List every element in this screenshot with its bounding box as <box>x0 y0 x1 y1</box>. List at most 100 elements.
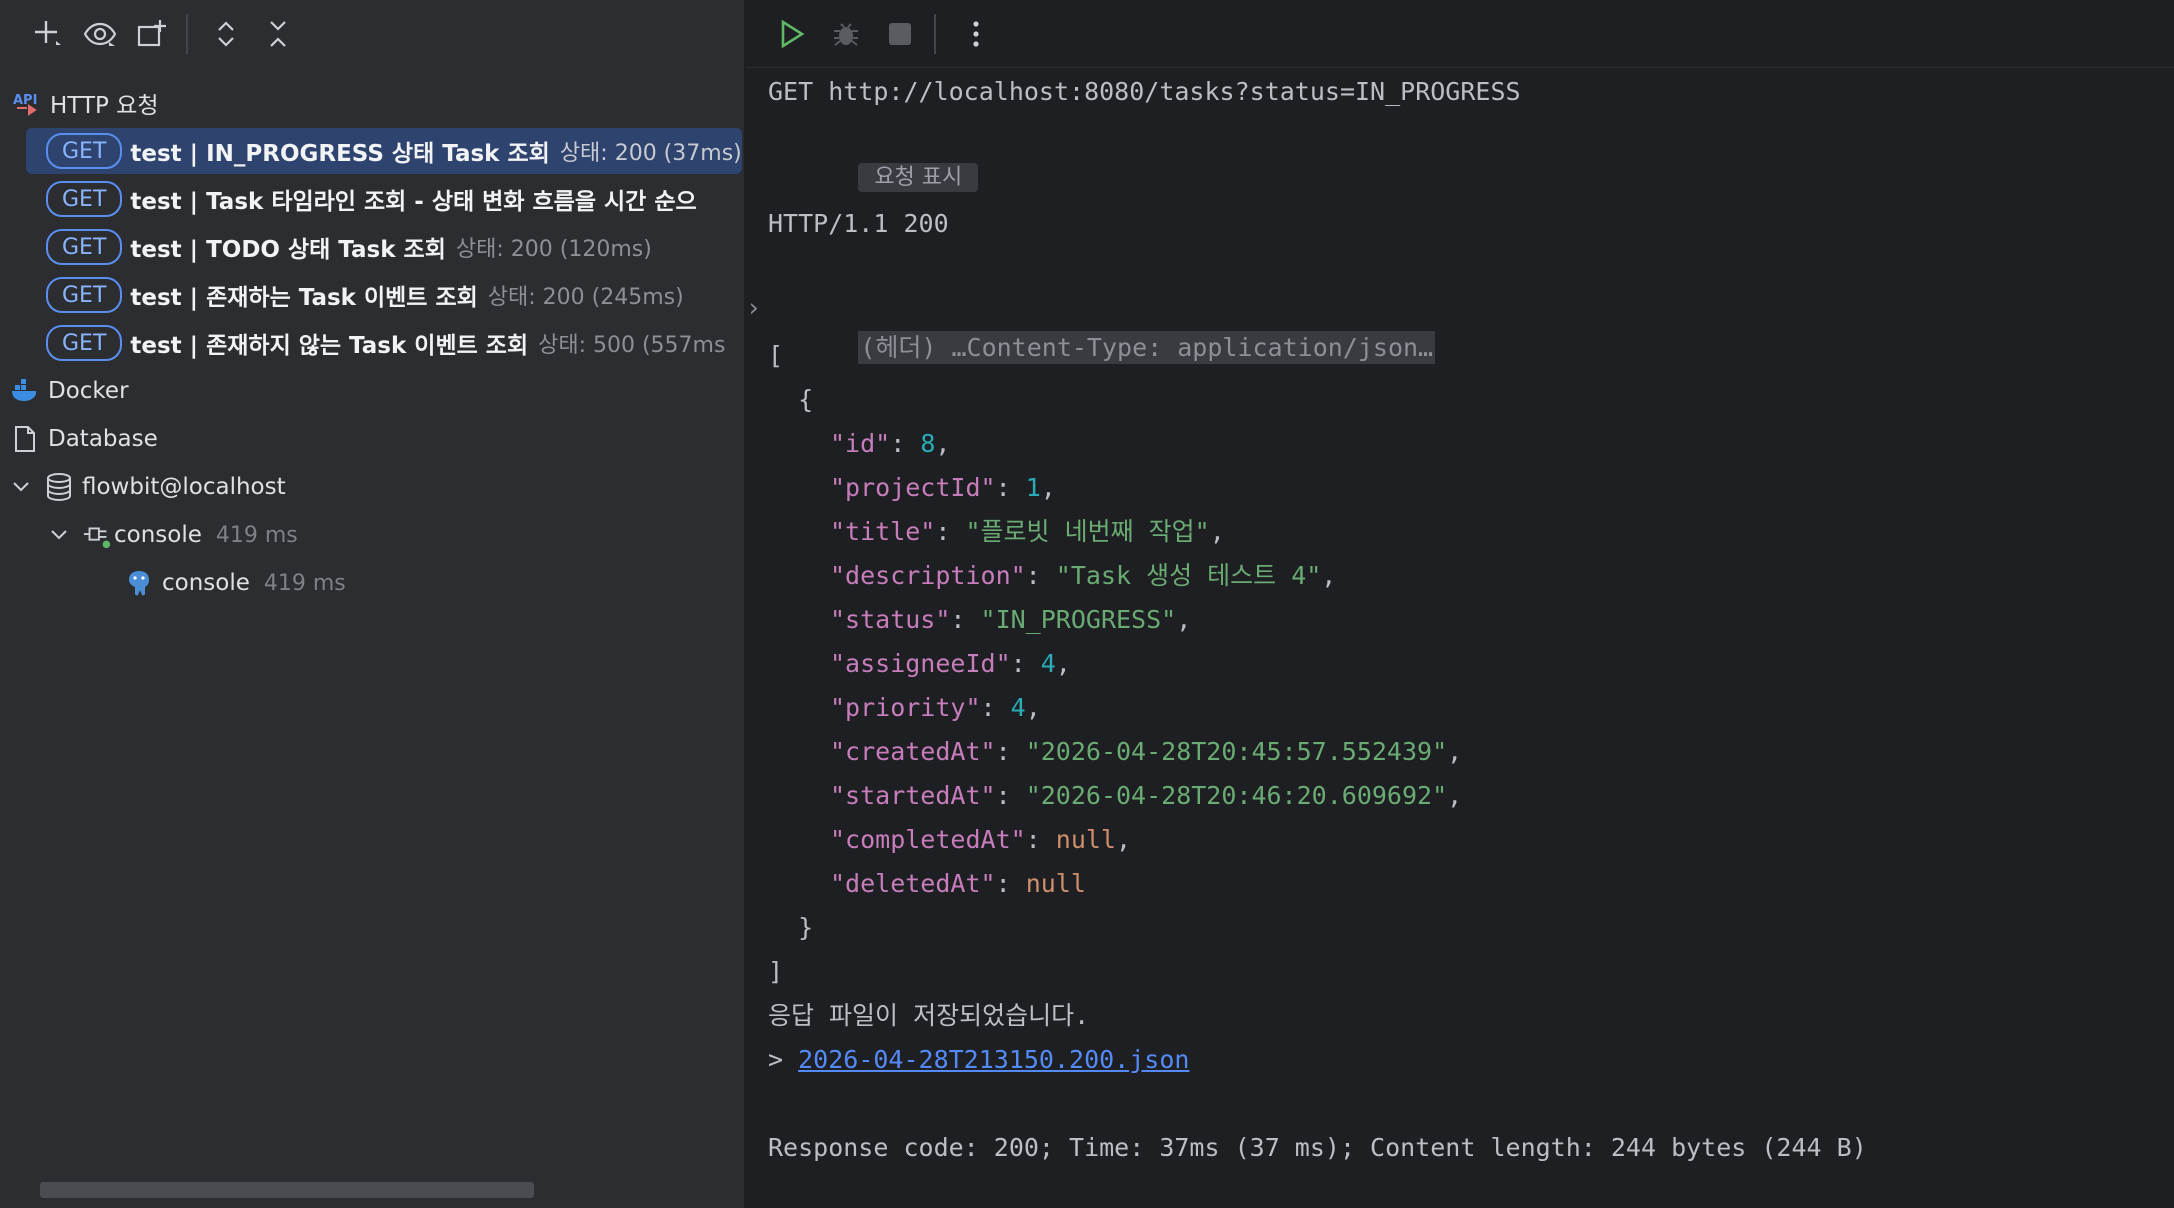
tree-item-http-requests[interactable]: API HTTP 요청 <box>0 80 744 126</box>
method-badge: GET <box>46 133 123 169</box>
json-value: 1 <box>1025 473 1041 502</box>
file-icon <box>10 424 40 454</box>
postgresql-icon <box>124 568 154 598</box>
request-name: test | IN_PROGRESS 상태 Task 조회 <box>130 141 550 167</box>
method-badge: GET <box>46 325 123 361</box>
json-value: 4 <box>1010 693 1026 722</box>
request-item[interactable]: GET test | IN_PROGRESS 상태 Task 조회 상태: 20… <box>26 128 742 174</box>
json-close-bracket: ] <box>768 957 784 986</box>
request-item[interactable]: GET test | 존재하지 않는 Task 이벤트 조회 상태: 500 (… <box>0 320 744 366</box>
tree-item-database[interactable]: Database <box>0 416 744 462</box>
toolbar-separator <box>186 14 188 54</box>
json-line: "assigneeId": 4, <box>830 649 1071 678</box>
json-value: null <box>1055 825 1116 854</box>
tree-item-console-session[interactable]: console 419 ms <box>0 512 744 558</box>
json-line: "projectId": 1, <box>830 473 1056 502</box>
tree-item-docker[interactable]: Docker <box>0 368 744 414</box>
json-key: "projectId" <box>830 473 996 502</box>
request-status: 상태: 200 (245ms) <box>487 285 684 310</box>
database-icon <box>44 472 74 502</box>
debug-icon[interactable] <box>820 8 872 60</box>
tree-item-console[interactable]: console 419 ms <box>0 560 744 606</box>
chevron-down-icon[interactable] <box>10 472 32 502</box>
request-status: 상태: 500 (557ms <box>538 333 726 358</box>
json-key: "completedAt" <box>830 825 1026 854</box>
datasource-label: flowbit@localhost <box>82 474 286 500</box>
json-key: "id" <box>830 429 891 458</box>
api-icon: API <box>12 88 42 118</box>
stop-icon[interactable] <box>874 8 926 60</box>
request-item[interactable]: GET test | Task 타임라인 조회 - 상태 변화 흐름을 시간 순… <box>0 176 744 222</box>
json-line: "id": 8, <box>830 429 951 458</box>
run-icon[interactable] <box>766 8 818 60</box>
console-time: 419 ms <box>263 570 346 596</box>
toolbar-separator <box>934 13 936 54</box>
request-item[interactable]: GET test | 존재하는 Task 이벤트 조회 상태: 200 (245… <box>0 272 744 318</box>
json-close-brace: } <box>768 913 814 942</box>
show-request-button[interactable]: 요청 표시 <box>858 163 979 192</box>
expand-all-icon[interactable] <box>200 8 252 60</box>
http-section-label: HTTP 요청 <box>50 93 159 119</box>
services-toolbar <box>0 0 744 68</box>
request-status: 상태: 200 (120ms) <box>455 237 652 262</box>
saved-file-link[interactable]: 2026-04-28T213150.200.json <box>798 1045 1189 1074</box>
request-name: test | 존재하지 않는 Task 이벤트 조회 <box>130 333 529 359</box>
json-line: "deletedAt": null <box>830 869 1086 898</box>
request-status: 상태: 200 (37ms) <box>559 141 742 166</box>
eye-icon[interactable] <box>74 8 126 60</box>
json-key: "priority" <box>830 693 981 722</box>
collapse-all-icon[interactable] <box>252 8 304 60</box>
docker-label: Docker <box>48 378 129 404</box>
headers-collapsed[interactable]: (헤더) …Content-Type: application/json… <box>858 331 1436 364</box>
method-badge: GET <box>46 277 123 313</box>
tree-item-datasource[interactable]: flowbit@localhost <box>0 464 744 510</box>
json-key: "startedAt" <box>830 781 996 810</box>
show-request-row: 요청 표시 <box>768 116 979 192</box>
json-key: "title" <box>830 517 936 546</box>
request-name: test | Task 타임라인 조회 - 상태 변화 흐름을 시간 순으 <box>130 189 697 215</box>
console-session-label: console <box>114 522 202 548</box>
json-key: "status" <box>830 605 951 634</box>
console-label: console <box>162 570 250 596</box>
method-badge: GET <box>46 181 123 217</box>
json-line: "priority": 4, <box>830 693 1041 722</box>
new-tab-icon[interactable] <box>126 8 178 60</box>
json-value: "IN_PROGRESS" <box>980 605 1177 634</box>
json-open-bracket: [ <box>768 341 784 370</box>
saved-prefix: > <box>768 1045 799 1074</box>
database-label: Database <box>48 426 158 452</box>
console-session-time: 419 ms <box>215 522 298 548</box>
chevron-right-icon[interactable]: › <box>746 288 761 328</box>
json-value: 8 <box>920 429 936 458</box>
request-name: test | TODO 상태 Task 조회 <box>130 237 446 263</box>
json-value: 4 <box>1040 649 1056 678</box>
json-key: "deletedAt" <box>830 869 996 898</box>
json-line: "status": "IN_PROGRESS", <box>830 605 1192 634</box>
json-value: "Task 생성 테스트 4" <box>1055 561 1322 590</box>
json-line: "description": "Task 생성 테스트 4", <box>830 561 1337 590</box>
chevron-down-icon[interactable] <box>48 520 70 550</box>
response-summary: Response code: 200; Time: 37ms (37 ms); … <box>768 1133 1867 1162</box>
json-value: "플로빗 네번째 작업" <box>965 517 1210 546</box>
run-toolbar <box>746 0 2174 68</box>
headers-row: › (헤더) …Content-Type: application/json… <box>746 248 1436 364</box>
json-open-brace: { <box>768 385 814 414</box>
json-key: "createdAt" <box>830 737 996 766</box>
json-key: "description" <box>830 561 1026 590</box>
json-line: "startedAt": "2026-04-28T20:46:20.609692… <box>830 781 1463 810</box>
json-value: null <box>1025 869 1086 898</box>
request-name: test | 존재하는 Task 이벤트 조회 <box>130 285 478 311</box>
more-options-icon[interactable] <box>950 8 1002 60</box>
json-value: "2026-04-28T20:45:57.552439" <box>1025 737 1448 766</box>
json-line: "createdAt": "2026-04-28T20:45:57.552439… <box>830 737 1463 766</box>
http-status-line: HTTP/1.1 200 <box>768 209 949 238</box>
add-icon[interactable] <box>22 8 74 60</box>
request-item[interactable]: GET test | TODO 상태 Task 조회 상태: 200 (120m… <box>0 224 744 270</box>
json-key: "assigneeId" <box>830 649 1011 678</box>
horizontal-scrollbar[interactable] <box>40 1182 534 1198</box>
docker-icon <box>10 376 40 406</box>
json-line: "title": "플로빗 네번째 작업", <box>830 517 1225 546</box>
json-value: "2026-04-28T20:46:20.609692" <box>1025 781 1448 810</box>
plug-icon <box>82 520 112 550</box>
saved-message: 응답 파일이 저장되었습니다. <box>768 1001 1090 1030</box>
